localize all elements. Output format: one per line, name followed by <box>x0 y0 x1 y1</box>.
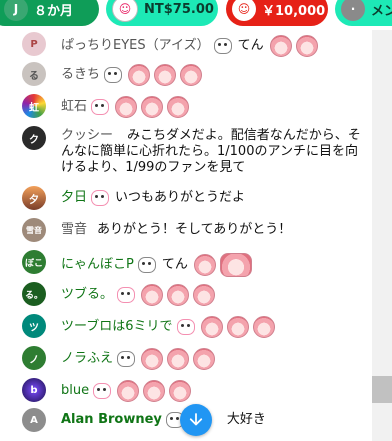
ticker-label: メン <box>371 3 392 19</box>
emote-icon <box>219 253 252 277</box>
chat-message: 虹 虹石 <box>0 94 372 118</box>
emote-icon <box>169 380 192 402</box>
emote-icon <box>226 316 249 338</box>
chat-message: 夕 夕日 いつもありがとうだよ <box>0 186 372 210</box>
message-text: てん <box>161 257 188 272</box>
author-name[interactable]: クッシー <box>61 128 113 143</box>
ticker-avatar: J <box>4 0 28 21</box>
emote-icon <box>200 316 223 338</box>
emote-icon <box>115 96 138 118</box>
emote-icon <box>193 348 216 370</box>
author-name[interactable]: ツブる。 <box>61 287 113 303</box>
member-badge-icon <box>91 99 110 115</box>
author-name[interactable]: ノラふえ <box>61 351 113 367</box>
emote-icon <box>141 284 164 306</box>
ticker-chip-member[interactable]: · メン <box>335 0 392 26</box>
chat-message: る。 ツブる。 <box>0 282 372 306</box>
scroll-to-bottom-button[interactable] <box>180 404 212 436</box>
message-text: ありがとう！そしてありがとう！ <box>97 222 292 237</box>
emote-icon <box>154 64 177 86</box>
user-avatar[interactable]: 虹 <box>22 94 46 118</box>
message-text: てん <box>237 38 264 53</box>
member-badge-icon <box>137 257 156 273</box>
user-avatar[interactable]: 夕 <box>22 186 46 210</box>
emote-icon <box>193 254 216 276</box>
member-badge-icon <box>213 38 232 54</box>
author-name[interactable]: るきち <box>61 67 100 83</box>
author-name[interactable]: 虹石 <box>61 99 87 115</box>
author-name[interactable]: ぱっちりEYES（アイズ） <box>61 38 210 54</box>
user-avatar[interactable]: P <box>22 32 46 56</box>
ticker-avatar: · <box>341 0 365 21</box>
chat-message: ノ ノラふえ <box>0 346 372 370</box>
user-avatar[interactable]: b <box>22 378 46 402</box>
chat-message: P ぱっちりEYES（アイズ） てん <box>0 32 372 57</box>
emote-icon <box>252 316 275 338</box>
emote-icon <box>117 380 140 402</box>
ticker-chip-membership[interactable]: J ８か月 <box>0 0 99 26</box>
emote-icon <box>143 380 166 402</box>
author-name[interactable]: ツーブロは6ミリで <box>61 319 173 335</box>
ticker-avatar: ☺ <box>112 0 138 22</box>
member-badge-icon <box>93 383 112 399</box>
member-badge-icon <box>176 319 195 335</box>
ticker-chip-superchat[interactable]: ☺ NT$75.00 <box>106 0 218 26</box>
emote-icon <box>167 96 190 118</box>
emote-icon <box>141 348 164 370</box>
arrow-down-icon <box>189 413 203 426</box>
chat-message: ク クッシー みこちダメだよ。配信者なんだから、そんなに簡単に心折れたら。1/1… <box>0 126 372 178</box>
user-avatar[interactable]: る。 <box>22 282 46 306</box>
user-avatar[interactable]: ク <box>22 126 46 150</box>
user-avatar[interactable]: ツ <box>22 314 46 338</box>
user-avatar[interactable]: ノ <box>22 346 46 370</box>
author-name[interactable]: にゃんぼこP <box>61 257 134 273</box>
user-avatar[interactable]: る <box>22 62 46 86</box>
super-chat-ticker: J ８か月 ☺ NT$75.00 ☺ ￥10,000 · メン <box>0 0 392 30</box>
emote-icon <box>269 35 292 57</box>
author-name[interactable]: 夕日 <box>61 190 87 206</box>
member-badge-icon <box>117 287 136 303</box>
emote-icon <box>167 348 190 370</box>
emote-icon <box>141 96 164 118</box>
emote-icon <box>180 64 203 86</box>
chat-message: b blue <box>0 378 372 402</box>
chat-message-list[interactable]: P ぱっちりEYES（アイズ） てん る るきち 虹 虹石 ク クッシー みこち… <box>0 30 372 441</box>
author-name[interactable]: Alan Browney <box>61 412 162 428</box>
ticker-label: NT$75.00 <box>144 1 214 17</box>
ticker-label: ￥10,000 <box>262 3 326 19</box>
chat-message: 雪音 雪音 ありがとう！そしてありがとう！ <box>0 218 372 242</box>
user-avatar[interactable]: ぼこ <box>22 250 46 274</box>
emote-icon <box>167 284 190 306</box>
emote-icon <box>128 64 151 86</box>
user-avatar[interactable]: A <box>22 408 46 432</box>
emote-icon <box>193 284 216 306</box>
chat-message: る るきち <box>0 62 372 86</box>
member-badge-icon <box>117 351 136 367</box>
author-name[interactable]: 雪音 <box>61 222 87 238</box>
ticker-chip-superchat[interactable]: ☺ ￥10,000 <box>226 0 328 26</box>
ticker-avatar: ☺ <box>232 0 256 21</box>
author-name[interactable]: blue <box>61 383 89 399</box>
emote-icon <box>295 35 318 57</box>
chat-message: ぼこ にゃんぼこP てん <box>0 250 372 277</box>
chat-message: ツ ツーブロは6ミリで <box>0 314 372 338</box>
message-text-trailing: 大好き <box>226 412 266 427</box>
scrollbar-thumb[interactable] <box>372 376 392 403</box>
user-avatar[interactable]: 雪音 <box>22 218 46 242</box>
ticker-label: ８か月 <box>34 3 74 19</box>
member-badge-icon <box>91 190 110 206</box>
message-text: いつもありがとうだよ <box>115 190 246 205</box>
member-badge-icon <box>104 67 123 83</box>
